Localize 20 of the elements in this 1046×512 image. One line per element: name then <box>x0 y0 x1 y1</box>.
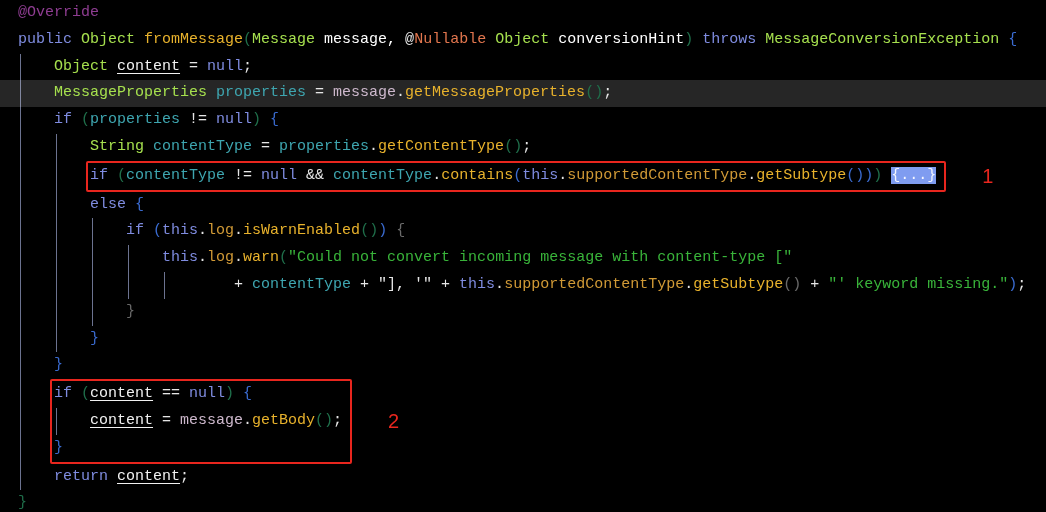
callout-number: 2 <box>388 409 400 433</box>
code-line: } <box>54 355 63 376</box>
code-line: return content; <box>54 466 190 487</box>
callout-number: 1 <box>982 164 994 188</box>
code-line: if (this.log.isWarnEnabled()) { <box>126 221 406 242</box>
code-line: if (content == null) { <box>54 384 253 405</box>
code-line: String contentType = properties.getContentType(); <box>90 137 532 157</box>
code-line: if (contentType != null && contentType.contains(this.supportedContentType.getSubtype())) {...} <box>90 165 937 186</box>
code-line: } <box>18 493 27 512</box>
code-line: } <box>90 328 99 349</box>
code-line: if (properties != null) { <box>54 110 280 131</box>
code-line: } <box>54 437 63 458</box>
code-line: this.log.warn("Could not convert incoming message with content-type [" <box>162 248 793 269</box>
code-line: public Object fromMessage(Message message, @Nullable Object conversionHint) throws MessageConversionException { <box>18 29 1018 50</box>
code-line: Object content = null; <box>54 56 253 77</box>
code-line: else { <box>90 194 145 215</box>
code-line: content = message.getBody(); <box>90 410 343 431</box>
code-line: @Override <box>18 3 99 23</box>
code-line: + contentType + "], '" + this.supportedContentType.getSubtype() + "' keyword missing."); <box>233 274 1027 295</box>
code-line: } <box>126 301 135 322</box>
